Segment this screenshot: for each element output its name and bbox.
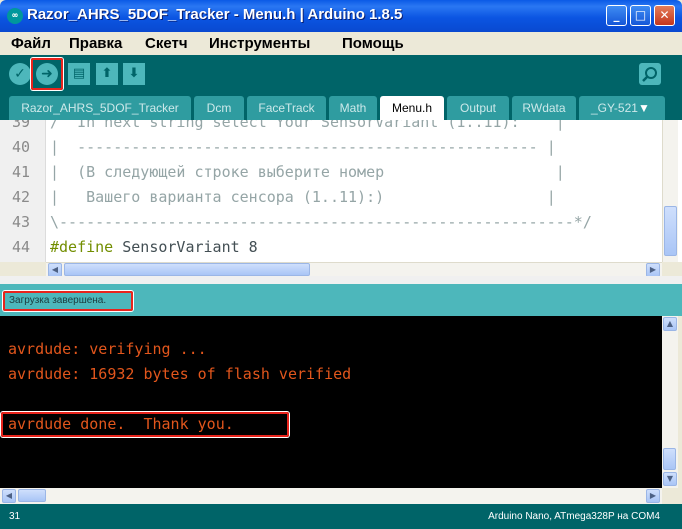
upload-highlight <box>31 58 63 90</box>
console-highlight <box>1 412 289 437</box>
menu-sketch[interactable]: Скетч <box>145 35 188 52</box>
code-line: | Вашего варианта сенсора (1..11):) | <box>50 188 556 206</box>
menu-help[interactable]: Помощь <box>342 35 404 52</box>
scroll-right-icon[interactable]: ▶ <box>646 489 660 503</box>
tab-razor-ahrs[interactable]: Razor_AHRS_5DOF_Tracker <box>9 96 191 120</box>
code-line: \---------------------------------------… <box>50 213 592 231</box>
minimize-button[interactable]: _ <box>606 5 627 26</box>
tab-rwdata[interactable]: RWdata <box>512 96 576 120</box>
arrow-up-icon: ⬆ <box>101 66 113 81</box>
console-vertical-scrollbar[interactable]: ▲ ▼ <box>662 316 678 488</box>
menu-edit[interactable]: Правка <box>69 35 122 52</box>
define-keyword: #define <box>50 238 114 256</box>
arrow-down-icon: ⬇ <box>128 66 140 81</box>
line-number: 42 <box>12 188 31 206</box>
console-output: avrdude: verifying ... avrdude: 16932 by… <box>0 316 662 488</box>
new-sketch-button[interactable]: ▤ <box>68 63 90 85</box>
menu-file[interactable]: Файл <box>11 35 51 52</box>
save-sketch-button[interactable]: ⬇ <box>123 63 145 85</box>
line-number: 43 <box>12 213 31 231</box>
board-port-info: Arduino Nano, ATmega328P на COM4 <box>488 511 660 522</box>
document-icon: ▤ <box>72 66 86 81</box>
menu-bar: Файл Правка Скетч Инструменты Помощь <box>0 32 682 55</box>
verify-button[interactable]: ✓ <box>9 63 31 85</box>
tab-dcm[interactable]: Dcm <box>194 96 244 120</box>
code-line: | --------------------------------------… <box>50 138 556 156</box>
code-line-define: #define SensorVariant 8 <box>50 238 258 256</box>
footer-bar: 31 Arduino Nano, ATmega328P на COM4 <box>0 504 682 529</box>
scroll-left-icon[interactable]: ◀ <box>2 489 16 503</box>
code-line: | (В следующей строке выберите номер | <box>50 163 565 181</box>
scroll-up-icon[interactable]: ▲ <box>663 317 677 331</box>
console-line: avrdude: verifying ... <box>8 340 207 358</box>
status-bar: Загрузка завершена. <box>0 284 682 316</box>
define-body: SensorVariant 8 <box>113 238 258 256</box>
window-title: Razor_AHRS_5DOF_Tracker - Menu.h | Ardui… <box>27 6 403 23</box>
menu-tools[interactable]: Инструменты <box>209 35 310 52</box>
console-hscroll-thumb[interactable] <box>18 489 46 502</box>
editor-bottom-edge <box>0 276 682 284</box>
line-number: 41 <box>12 163 31 181</box>
console-line: avrdude: 16932 bytes of flash verified <box>8 365 352 383</box>
maximize-button[interactable]: □ <box>630 5 651 26</box>
scroll-right-icon[interactable]: ▶ <box>646 263 660 277</box>
tab-math[interactable]: Math <box>329 96 377 120</box>
arduino-logo-icon: ∞ <box>7 8 23 24</box>
tab-facetrack[interactable]: FaceTrack <box>247 96 326 120</box>
code-line: / In next string select Your SensorVaria… <box>50 120 565 131</box>
line-number: 39 <box>12 120 31 131</box>
line-number: 44 <box>12 238 31 256</box>
code-editor[interactable]: 39 40 41 42 43 44 / In next string selec… <box>0 120 682 262</box>
cursor-line-number: 31 <box>9 511 21 522</box>
scroll-down-icon[interactable]: ▼ <box>663 472 677 486</box>
line-number-gutter: 39 40 41 42 43 44 <box>0 120 46 262</box>
editor-horizontal-scrollbar[interactable]: ◀ ▶ <box>46 262 662 277</box>
open-sketch-button[interactable]: ⬆ <box>96 63 118 85</box>
close-button[interactable]: ✕ <box>654 5 675 26</box>
toolbar: ✓ ➜ ▤ ⬆ ⬇ <box>0 55 682 93</box>
tab-bar: Razor_AHRS_5DOF_Tracker Dcm FaceTrack Ma… <box>0 93 682 120</box>
tab-output[interactable]: Output <box>447 96 509 120</box>
chevron-down-icon[interactable]: ▼ <box>638 101 650 115</box>
editor-vscroll-thumb[interactable] <box>664 206 677 256</box>
tab-gy-521-label: _GY-521 <box>591 101 638 115</box>
serial-monitor-button[interactable] <box>639 63 661 85</box>
editor-vertical-scrollbar[interactable] <box>662 120 678 262</box>
title-bar: ∞ Razor_AHRS_5DOF_Tracker - Menu.h | Ard… <box>0 0 682 32</box>
console-vscroll-thumb[interactable] <box>663 448 676 470</box>
status-highlight <box>3 291 133 311</box>
tab-gy-521[interactable]: _GY-521▼ <box>579 96 665 120</box>
line-number: 40 <box>12 138 31 156</box>
console-horizontal-scrollbar[interactable]: ◀ ▶ <box>0 488 662 504</box>
check-icon: ✓ <box>14 66 26 82</box>
scroll-left-icon[interactable]: ◀ <box>48 263 62 277</box>
tab-menu-h[interactable]: Menu.h <box>380 96 444 120</box>
editor-hscroll-thumb[interactable] <box>64 263 310 276</box>
magnifier-icon <box>642 67 657 82</box>
